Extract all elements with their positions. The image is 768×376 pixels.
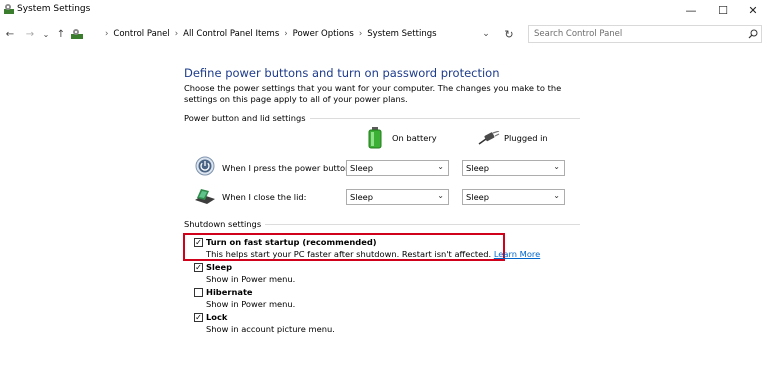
settings-icon: [4, 4, 14, 14]
breadcrumb-separator: ›: [284, 29, 288, 39]
laptop-lid-icon: [195, 189, 215, 204]
shutdown-group-label: Shutdown settings: [184, 219, 266, 229]
plug-icon: [478, 131, 500, 145]
learn-more-link[interactable]: Learn More: [494, 249, 540, 259]
power-button-plugged-select[interactable]: Sleep ⌄: [462, 160, 565, 176]
power-button-icon: [195, 156, 215, 176]
fast-startup-label[interactable]: Turn on fast startup (recommended): [206, 237, 377, 247]
fast-startup-checkbox[interactable]: ✓: [194, 238, 203, 247]
breadcrumb-system-settings[interactable]: System Settings: [367, 29, 436, 39]
chevron-down-icon: ⌄: [553, 191, 560, 200]
close-button[interactable]: ✕: [738, 0, 768, 20]
breadcrumb-control-panel[interactable]: Control Panel: [113, 29, 169, 39]
battery-icon: [368, 127, 382, 149]
sleep-description: Show in Power menu.: [206, 274, 296, 284]
close-lid-battery-select[interactable]: Sleep ⌄: [346, 189, 449, 205]
search-icon[interactable]: [748, 29, 758, 39]
breadcrumb-separator: ›: [358, 29, 363, 39]
lock-label[interactable]: Lock: [206, 312, 227, 322]
refresh-button[interactable]: ↻: [501, 26, 517, 42]
recent-locations-button[interactable]: ⌄: [41, 26, 51, 42]
hibernate-label[interactable]: Hibernate: [206, 287, 253, 297]
breadcrumb-power-options[interactable]: Power Options: [293, 29, 354, 39]
lock-description: Show in account picture menu.: [206, 324, 335, 334]
hibernate-description: Show in Power menu.: [206, 299, 296, 309]
page-title: Define power buttons and turn on passwor…: [184, 66, 500, 80]
minimize-button[interactable]: —: [676, 0, 706, 20]
window-title: System Settings: [17, 4, 91, 14]
page-description: Choose the power settings that you want …: [184, 83, 562, 104]
chevron-down-icon: ⌄: [553, 162, 560, 171]
chevron-down-icon: ⌄: [437, 191, 444, 200]
close-lid-label: When I close the lid:: [222, 192, 307, 202]
power-lid-group-label: Power button and lid settings: [184, 113, 310, 123]
breadcrumb: › Control Panel › All Control Panel Items › P…: [100, 29, 437, 39]
search-placeholder: Search Control Panel: [534, 29, 623, 39]
column-plugged-in: Plugged in: [504, 133, 548, 143]
forward-button[interactable]: →: [23, 26, 37, 42]
control-panel-icon: [71, 29, 83, 39]
select-value: Sleep: [466, 163, 490, 173]
title-bar: System Settings — ☐ ✕: [0, 0, 768, 20]
address-dropdown-button[interactable]: ⌄: [480, 26, 492, 42]
fast-startup-desc-text: This helps start your PC faster after sh…: [206, 249, 492, 259]
breadcrumb-all-items[interactable]: All Control Panel Items: [183, 29, 279, 39]
sleep-label[interactable]: Sleep: [206, 262, 232, 272]
close-lid-plugged-select[interactable]: Sleep ⌄: [462, 189, 565, 205]
back-button[interactable]: ←: [3, 26, 17, 42]
maximize-button[interactable]: ☐: [708, 0, 738, 20]
power-button-battery-select[interactable]: Sleep ⌄: [346, 160, 449, 176]
lock-checkbox[interactable]: ✓: [194, 313, 203, 322]
breadcrumb-separator: ›: [174, 29, 179, 39]
hibernate-checkbox[interactable]: [194, 288, 203, 297]
column-on-battery: On battery: [392, 133, 437, 143]
select-value: Sleep: [466, 192, 490, 202]
fast-startup-description: This helps start your PC faster after sh…: [206, 249, 540, 259]
power-button-label: When I press the power button:: [222, 163, 354, 173]
up-button[interactable]: ↑: [55, 26, 67, 42]
chevron-down-icon: ⌄: [437, 162, 444, 171]
select-value: Sleep: [350, 163, 374, 173]
sleep-checkbox[interactable]: ✓: [194, 263, 203, 272]
select-value: Sleep: [350, 192, 374, 202]
breadcrumb-separator: ›: [105, 29, 109, 39]
